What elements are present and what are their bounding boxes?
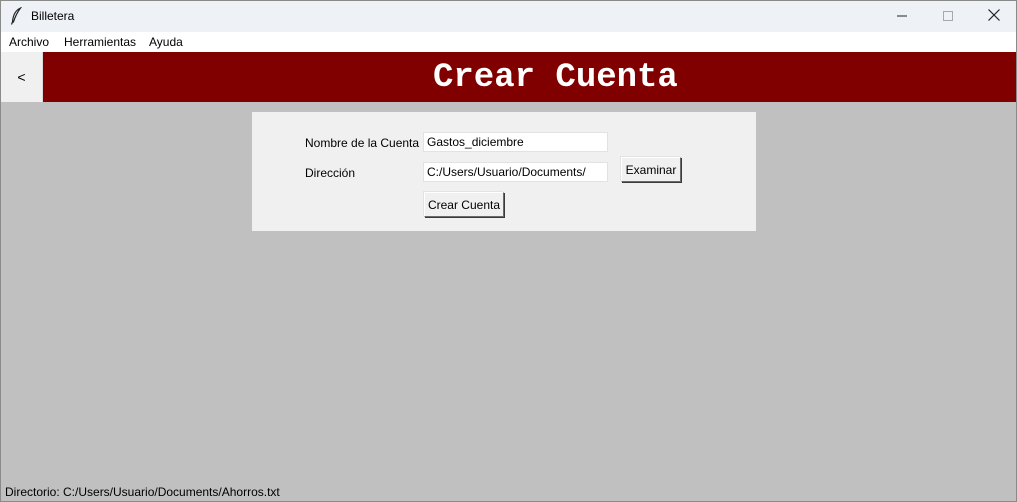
create-account-form: Nombre de la Cuenta Dirección Examinar C… [252, 112, 756, 231]
account-name-label: Nombre de la Cuenta [305, 136, 420, 150]
menu-herramientas[interactable]: Herramientas [64, 35, 136, 49]
close-icon [988, 9, 1000, 24]
menu-bar: Archivo Herramientas Ayuda [1, 32, 1016, 52]
menu-ayuda[interactable]: Ayuda [149, 35, 183, 49]
create-account-button[interactable]: Crear Cuenta [424, 192, 504, 217]
window-title: Billetera [31, 9, 75, 23]
app-window: Billetera Archivo Herramientas Ayuda < C… [0, 0, 1017, 502]
browse-button[interactable]: Examinar [621, 157, 681, 182]
back-button[interactable]: < [1, 52, 43, 102]
feather-icon [9, 6, 25, 25]
account-name-input[interactable] [423, 132, 608, 152]
close-button[interactable] [971, 1, 1016, 32]
minimize-icon [897, 10, 907, 24]
directory-label: Dirección [305, 166, 356, 180]
page-header: Crear Cuenta [43, 52, 1016, 102]
minimize-button[interactable] [879, 1, 925, 32]
status-bar-directory: Directorio: C:/Users/Usuario/Documents/A… [5, 485, 280, 499]
menu-archivo[interactable]: Archivo [9, 35, 49, 49]
page-title: Crear Cuenta [433, 59, 678, 97]
title-bar[interactable]: Billetera [1, 1, 1016, 32]
maximize-icon [943, 10, 953, 24]
directory-input[interactable] [423, 162, 608, 182]
maximize-button[interactable] [925, 1, 971, 32]
